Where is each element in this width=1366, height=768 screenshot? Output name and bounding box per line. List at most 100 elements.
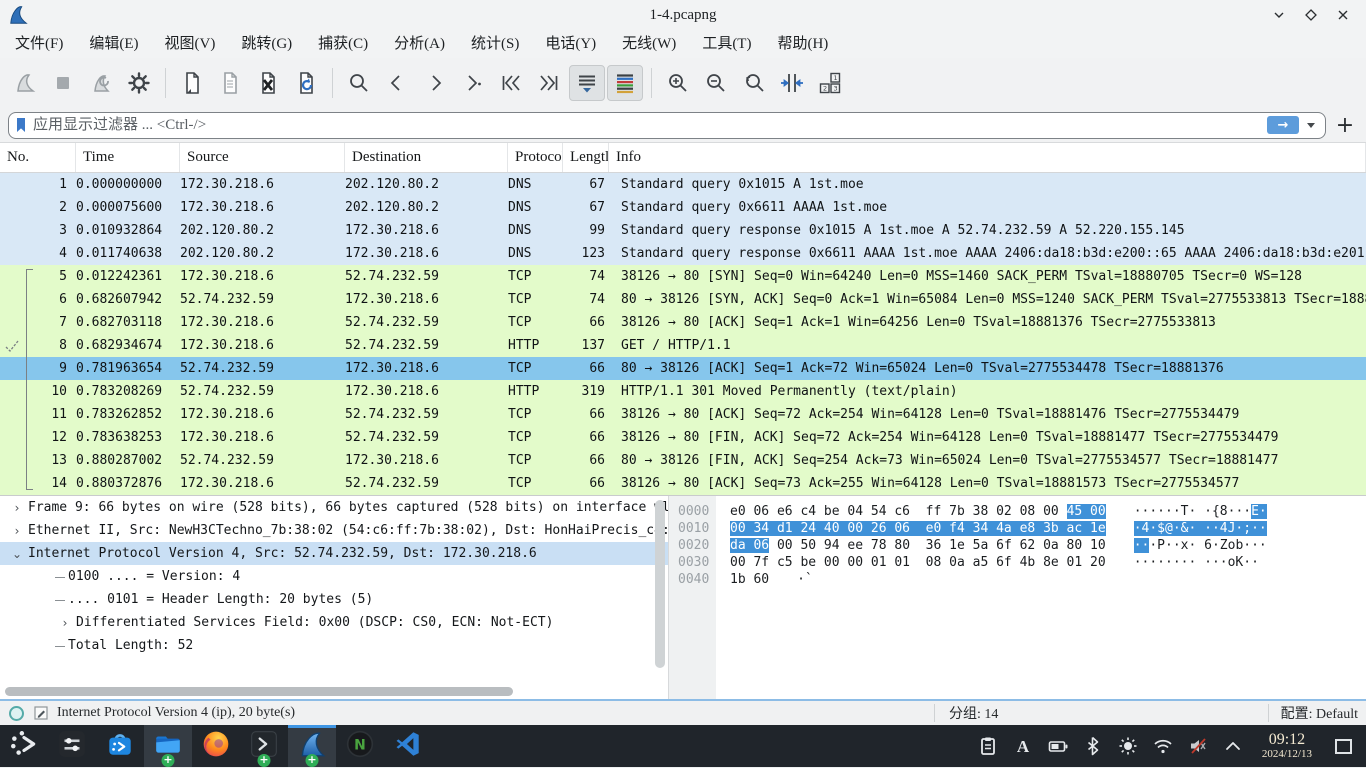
hex-bytes[interactable]: e0 06 e6 c4 be 04 54 c6 ff 7b 38 02 08 0… bbox=[730, 503, 1106, 520]
zoom-out-button[interactable] bbox=[698, 65, 734, 101]
auto-scroll-button[interactable] bbox=[569, 65, 605, 101]
taskbar-item-launcher[interactable] bbox=[0, 725, 48, 767]
go-first-button[interactable] bbox=[493, 65, 529, 101]
packet-row-9[interactable]: 90.78196365452.74.232.59172.30.218.6TCP6… bbox=[0, 357, 1366, 380]
packet-row-7[interactable]: 70.682703118172.30.218.652.74.232.59TCP6… bbox=[0, 311, 1366, 334]
hex-ascii[interactable]: ········ ···oK·· bbox=[1134, 554, 1267, 571]
expand-icon[interactable]: › bbox=[6, 524, 28, 538]
go-to-packet-button[interactable] bbox=[455, 65, 491, 101]
find-packet-button[interactable] bbox=[341, 65, 377, 101]
menu-item-5[interactable]: 分析(A) bbox=[381, 30, 458, 58]
hex-ascii[interactable]: ······T· ·{8···E· bbox=[1134, 503, 1267, 520]
filter-dropdown-caret-icon[interactable] bbox=[1307, 123, 1315, 128]
taskbar-item-control-center[interactable] bbox=[48, 725, 96, 767]
menu-item-6[interactable]: 统计(S) bbox=[458, 30, 532, 58]
close-button[interactable] bbox=[1330, 2, 1356, 28]
taskbar-item-file-manager[interactable]: + bbox=[144, 725, 192, 767]
menu-item-0[interactable]: 文件(F) bbox=[2, 30, 76, 58]
tray-brightness-icon[interactable] bbox=[1118, 736, 1138, 756]
packet-row-12[interactable]: 120.783638253172.30.218.652.74.232.59TCP… bbox=[0, 426, 1366, 449]
hex-bytes[interactable]: 1b 60 bbox=[730, 571, 769, 588]
taskbar-item-app-store[interactable] bbox=[96, 725, 144, 767]
packet-row-2[interactable]: 20.000075600172.30.218.6202.120.80.2DNS6… bbox=[0, 196, 1366, 219]
taskbar-clock[interactable]: 09:12 2024/12/13 bbox=[1262, 732, 1312, 760]
bookmark-icon[interactable] bbox=[13, 116, 31, 134]
hex-row-0020[interactable]: 0020da 06 00 50 94 ee 78 80 36 1e 5a 6f … bbox=[669, 537, 1366, 554]
column-header-no[interactable]: No. bbox=[0, 143, 76, 172]
taskbar-item-firefox[interactable] bbox=[192, 725, 240, 767]
taskbar-item-wireshark[interactable]: + bbox=[288, 725, 336, 767]
packet-row-5[interactable]: 50.012242361172.30.218.652.74.232.59TCP7… bbox=[0, 265, 1366, 288]
collapse-icon[interactable]: ⌄ bbox=[6, 547, 28, 561]
go-back-button[interactable] bbox=[379, 65, 415, 101]
details-vertical-scrollbar[interactable] bbox=[655, 500, 665, 668]
menu-item-1[interactable]: 编辑(E) bbox=[76, 30, 151, 58]
hex-ascii[interactable]: ·` bbox=[797, 571, 813, 588]
packet-row-8[interactable]: 80.682934674172.30.218.652.74.232.59HTTP… bbox=[0, 334, 1366, 357]
menu-item-9[interactable]: 工具(T) bbox=[689, 30, 764, 58]
go-forward-button[interactable] bbox=[417, 65, 453, 101]
close-file-button[interactable] bbox=[250, 65, 286, 101]
display-filter-input[interactable] bbox=[31, 116, 1267, 135]
tray-clipboard-icon[interactable] bbox=[978, 736, 998, 756]
menu-item-10[interactable]: 帮助(H) bbox=[764, 30, 841, 58]
packet-row-11[interactable]: 110.783262852172.30.218.652.74.232.59TCP… bbox=[0, 403, 1366, 426]
packet-row-1[interactable]: 10.000000000172.30.218.6202.120.80.2DNS6… bbox=[0, 173, 1366, 196]
detail-row-5[interactable]: ›Differentiated Services Field: 0x00 (DS… bbox=[0, 611, 668, 634]
menu-item-4[interactable]: 捕获(C) bbox=[305, 30, 381, 58]
tray-battery-icon[interactable] bbox=[1048, 736, 1068, 756]
packet-row-6[interactable]: 60.68260794252.74.232.59172.30.218.6TCP7… bbox=[0, 288, 1366, 311]
minimize-button[interactable] bbox=[1266, 2, 1292, 28]
hex-ascii[interactable]: ·4·$@·&· ··4J·;·· bbox=[1134, 520, 1267, 537]
hex-bytes[interactable]: 00 34 d1 24 40 00 26 06 e0 f4 34 4a e8 3… bbox=[730, 520, 1106, 537]
status-profile[interactable]: 配置: Default bbox=[1269, 703, 1366, 723]
reload-file-button[interactable] bbox=[288, 65, 324, 101]
taskbar-item-neovim[interactable]: N bbox=[336, 725, 384, 767]
hex-row-0040[interactable]: 00401b 60·` bbox=[669, 571, 1366, 588]
detail-row-0[interactable]: ›Frame 9: 66 bytes on wire (528 bits), 6… bbox=[0, 496, 668, 519]
hex-row-0030[interactable]: 003000 7f c5 be 00 00 01 01 08 0a a5 6f … bbox=[669, 554, 1366, 571]
expand-icon[interactable]: › bbox=[6, 501, 28, 515]
tray-input-method-icon[interactable]: A bbox=[1013, 736, 1033, 756]
packet-row-3[interactable]: 30.010932864202.120.80.2172.30.218.6DNS9… bbox=[0, 219, 1366, 242]
column-header-time[interactable]: Time bbox=[76, 143, 180, 172]
column-header-source[interactable]: Source bbox=[180, 143, 345, 172]
hex-row-0000[interactable]: 0000e0 06 e6 c4 be 04 54 c6 ff 7b 38 02 … bbox=[669, 503, 1366, 520]
detail-row-3[interactable]: 0100 .... = Version: 4 bbox=[0, 565, 668, 588]
detail-row-6[interactable]: Total Length: 52 bbox=[0, 634, 668, 657]
tray-chevron-up-icon[interactable] bbox=[1223, 736, 1243, 756]
taskbar-item-terminal[interactable]: + bbox=[240, 725, 288, 767]
column-header-length[interactable]: Lengtl bbox=[563, 143, 609, 172]
zoom-in-button[interactable] bbox=[660, 65, 696, 101]
packet-row-4[interactable]: 40.011740638202.120.80.2172.30.218.6DNS1… bbox=[0, 242, 1366, 265]
go-last-button[interactable] bbox=[531, 65, 567, 101]
menu-item-8[interactable]: 无线(W) bbox=[609, 30, 689, 58]
expert-info-icon[interactable] bbox=[8, 705, 25, 722]
hex-bytes[interactable]: da 06 00 50 94 ee 78 80 36 1e 5a 6f 62 0… bbox=[730, 537, 1106, 554]
open-file-button[interactable] bbox=[174, 65, 210, 101]
maximize-button[interactable] bbox=[1298, 2, 1324, 28]
menu-item-7[interactable]: 电话(Y) bbox=[532, 30, 609, 58]
show-desktop-button[interactable] bbox=[1335, 739, 1352, 754]
packet-row-13[interactable]: 130.88028700252.74.232.59172.30.218.6TCP… bbox=[0, 449, 1366, 472]
packet-row-10[interactable]: 100.78320826952.74.232.59172.30.218.6HTT… bbox=[0, 380, 1366, 403]
detail-row-4[interactable]: .... 0101 = Header Length: 20 bytes (5) bbox=[0, 588, 668, 611]
detail-row-1[interactable]: ›Ethernet II, Src: NewH3CTechno_7b:38:02… bbox=[0, 519, 668, 542]
capture-comment-icon[interactable] bbox=[33, 705, 49, 721]
column-header-info[interactable]: Info bbox=[609, 143, 1366, 172]
column-header-destination[interactable]: Destination bbox=[345, 143, 508, 172]
hex-row-0010[interactable]: 001000 34 d1 24 40 00 26 06 e0 f4 34 4a … bbox=[669, 520, 1366, 537]
detail-row-2[interactable]: ⌄Internet Protocol Version 4, Src: 52.74… bbox=[0, 542, 668, 565]
column-header-protocol[interactable]: Protocol bbox=[508, 143, 563, 172]
details-horizontal-scrollbar[interactable] bbox=[5, 687, 513, 696]
apply-filter-button[interactable]: → bbox=[1267, 116, 1299, 134]
menu-item-2[interactable]: 视图(V) bbox=[152, 30, 229, 58]
tray-volume-muted-icon[interactable] bbox=[1188, 736, 1208, 756]
capture-options-button[interactable] bbox=[121, 65, 157, 101]
display-filter-field[interactable]: → bbox=[8, 112, 1326, 139]
tray-wifi-icon[interactable] bbox=[1153, 736, 1173, 756]
add-filter-button[interactable]: + bbox=[1332, 113, 1358, 138]
hex-ascii[interactable]: ···P··x· 6·Zob··· bbox=[1134, 537, 1267, 554]
taskbar-item-vscode[interactable] bbox=[384, 725, 432, 767]
tray-bluetooth-icon[interactable] bbox=[1083, 736, 1103, 756]
